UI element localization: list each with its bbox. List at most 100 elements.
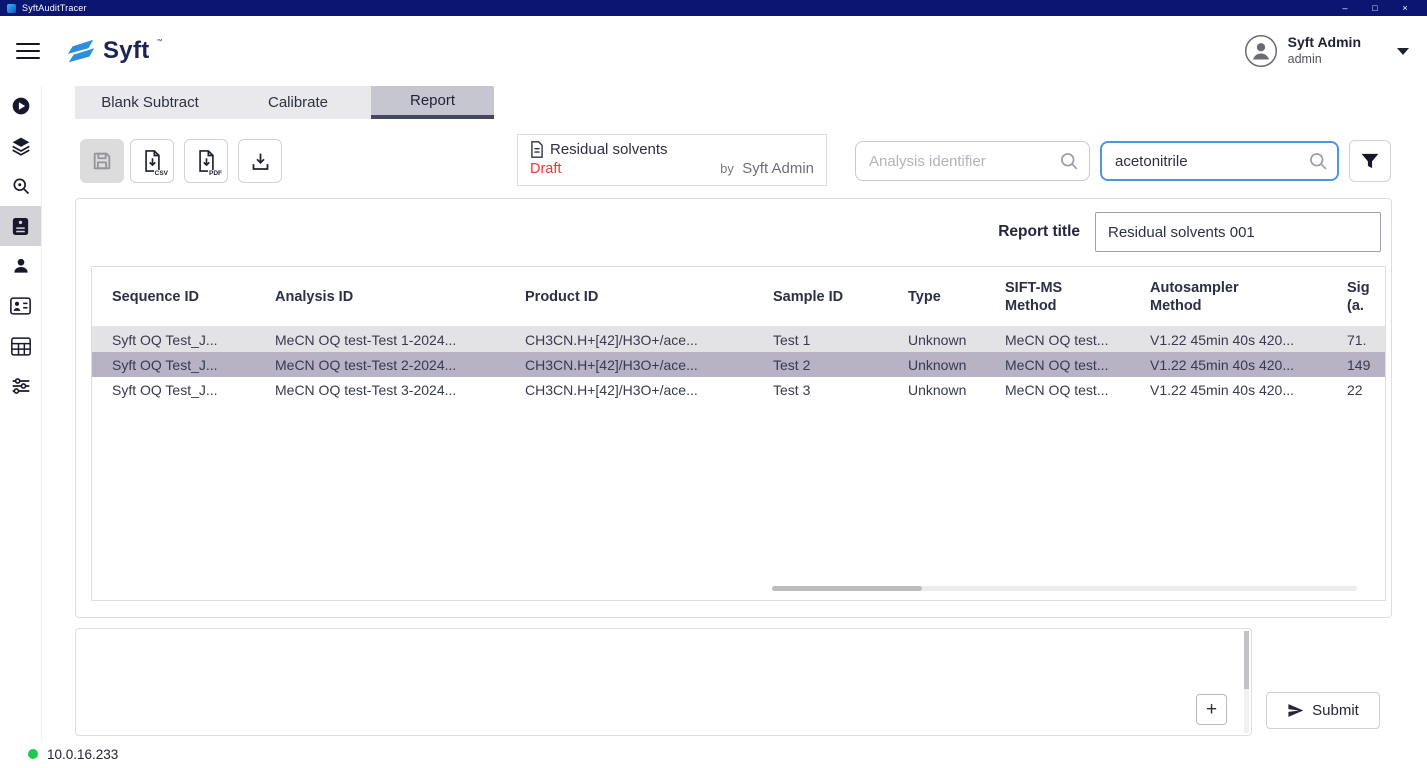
column-header[interactable]: Type	[908, 288, 1005, 306]
table-cell: CH3CN.H+[42]/H3O+/ace...	[525, 332, 773, 348]
search-icon	[1308, 151, 1328, 171]
logo-trademark: ™	[157, 39, 163, 45]
avatar	[1244, 34, 1278, 68]
column-header[interactable]: Product ID	[525, 288, 773, 306]
user-menu[interactable]: Syft Admin admin	[1244, 34, 1409, 68]
chevron-down-icon[interactable]	[1397, 48, 1409, 55]
comments-panel: +	[75, 628, 1252, 736]
funnel-icon	[1360, 151, 1380, 171]
table-cell: 71.	[1347, 332, 1386, 348]
maximize-button[interactable]: □	[1360, 0, 1390, 16]
table-header: Sequence IDAnalysis IDProduct IDSample I…	[92, 267, 1385, 327]
table-cell: V1.22 45min 40s 420...	[1150, 357, 1347, 373]
syft-logo: Syft ™	[66, 36, 163, 66]
horizontal-scrollbar[interactable]	[772, 586, 1357, 591]
file-csv-icon	[143, 150, 162, 172]
sliders-icon	[11, 377, 31, 395]
tab-blank-subtract[interactable]: Blank Subtract	[75, 86, 225, 119]
column-header[interactable]: Sample ID	[773, 288, 908, 306]
sidebar-item-methods[interactable]	[0, 126, 41, 166]
report-title-input[interactable]	[1095, 212, 1381, 252]
table-cell: MeCN OQ test...	[1005, 357, 1150, 373]
export-csv-button[interactable]: CSV	[130, 139, 174, 183]
document-icon	[530, 141, 544, 158]
minimize-button[interactable]: –	[1330, 0, 1360, 16]
submit-label: Submit	[1312, 702, 1359, 719]
compound-search-input[interactable]	[1100, 141, 1339, 181]
column-header[interactable]: SIFT-MSMethod	[1005, 279, 1150, 315]
analysis-search-input[interactable]	[855, 141, 1090, 181]
save-icon	[91, 150, 113, 172]
menu-button[interactable]	[16, 43, 40, 60]
download-button[interactable]	[238, 139, 282, 183]
report-name: Residual solvents	[550, 141, 668, 158]
results-table: Sequence IDAnalysis IDProduct IDSample I…	[91, 266, 1386, 601]
sidebar-item-contacts[interactable]	[0, 286, 41, 326]
table-row[interactable]: Syft OQ Test_J...MeCN OQ test-Test 3-202…	[92, 377, 1385, 402]
table-icon	[11, 337, 31, 356]
user-icon	[11, 256, 31, 276]
column-header[interactable]: Analysis ID	[275, 288, 525, 306]
search-icon	[11, 176, 31, 196]
column-header[interactable]: AutosamplerMethod	[1150, 279, 1347, 315]
table-cell: MeCN OQ test-Test 1-2024...	[275, 332, 525, 348]
table-cell: CH3CN.H+[42]/H3O+/ace...	[525, 357, 773, 373]
tab-report[interactable]: Report	[371, 86, 494, 119]
sidebar-item-settings[interactable]	[0, 366, 41, 406]
save-button[interactable]	[80, 139, 124, 183]
badge-icon	[12, 217, 29, 236]
download-icon	[250, 151, 271, 172]
table-cell: Test 1	[773, 332, 908, 348]
table-cell: Syft OQ Test_J...	[112, 332, 275, 348]
add-comment-button[interactable]: +	[1196, 694, 1227, 725]
sidebar-item-table[interactable]	[0, 326, 41, 366]
compound-search	[1100, 141, 1339, 181]
os-titlebar: SyftAuditTracer – □ ×	[0, 0, 1427, 16]
by-label: by	[720, 161, 734, 176]
syft-logo-icon	[66, 36, 96, 66]
table-row[interactable]: Syft OQ Test_J...MeCN OQ test-Test 2-202…	[92, 352, 1385, 377]
filter-button[interactable]	[1349, 140, 1391, 182]
column-header[interactable]: Sig(a.	[1347, 279, 1386, 315]
user-name: Syft Admin	[1288, 34, 1361, 52]
close-button[interactable]: ×	[1390, 0, 1420, 16]
table-cell: 149	[1347, 357, 1386, 373]
report-panel: Report title Sequence IDAnalysis IDProdu…	[75, 198, 1392, 618]
table-cell: MeCN OQ test...	[1005, 332, 1150, 348]
table-cell: V1.22 45min 40s 420...	[1150, 382, 1347, 398]
tab-calibrate[interactable]: Calibrate	[225, 86, 371, 119]
layers-icon	[11, 136, 31, 156]
search-icon	[1059, 151, 1079, 171]
analysis-search	[855, 141, 1090, 181]
table-cell: V1.22 45min 40s 420...	[1150, 332, 1347, 348]
sidebar-item-users[interactable]	[0, 246, 41, 286]
app-window: SyftAuditTracer – □ × Syft ™ S	[0, 0, 1427, 768]
tab-bar: Blank SubtractCalibrateReport	[75, 86, 494, 119]
paper-plane-icon	[1287, 702, 1304, 719]
sidebar-item-search[interactable]	[0, 166, 41, 206]
sidebar-item-run[interactable]	[0, 86, 41, 126]
table-cell: Unknown	[908, 332, 1005, 348]
table-cell: Unknown	[908, 382, 1005, 398]
app-header: Syft ™ Syft Admin admin	[0, 16, 1427, 86]
connection-status-icon	[28, 749, 38, 759]
export-pdf-button[interactable]: PDF	[184, 139, 228, 183]
status-bar: 10.0.16.233	[0, 740, 1427, 768]
logo-text: Syft	[103, 36, 150, 66]
app-icon	[7, 4, 16, 13]
ip-address: 10.0.16.233	[47, 747, 118, 762]
scrollbar-thumb[interactable]	[772, 586, 922, 591]
report-info-box: Residual solvents Draft by Syft Admin	[517, 134, 827, 186]
report-status: Draft	[530, 161, 561, 177]
submit-button[interactable]: Submit	[1266, 692, 1380, 729]
sidebar-item-reports[interactable]	[0, 206, 41, 246]
pdf-label: PDF	[208, 170, 223, 177]
vertical-scrollbar[interactable]	[1244, 631, 1249, 733]
user-role: admin	[1288, 52, 1361, 68]
scrollbar-thumb[interactable]	[1244, 631, 1249, 689]
table-cell: Test 3	[773, 382, 908, 398]
table-row[interactable]: Syft OQ Test_J...MeCN OQ test-Test 1-202…	[92, 327, 1385, 352]
play-circle-icon	[11, 96, 31, 116]
table-cell: MeCN OQ test...	[1005, 382, 1150, 398]
column-header[interactable]: Sequence ID	[112, 288, 275, 306]
